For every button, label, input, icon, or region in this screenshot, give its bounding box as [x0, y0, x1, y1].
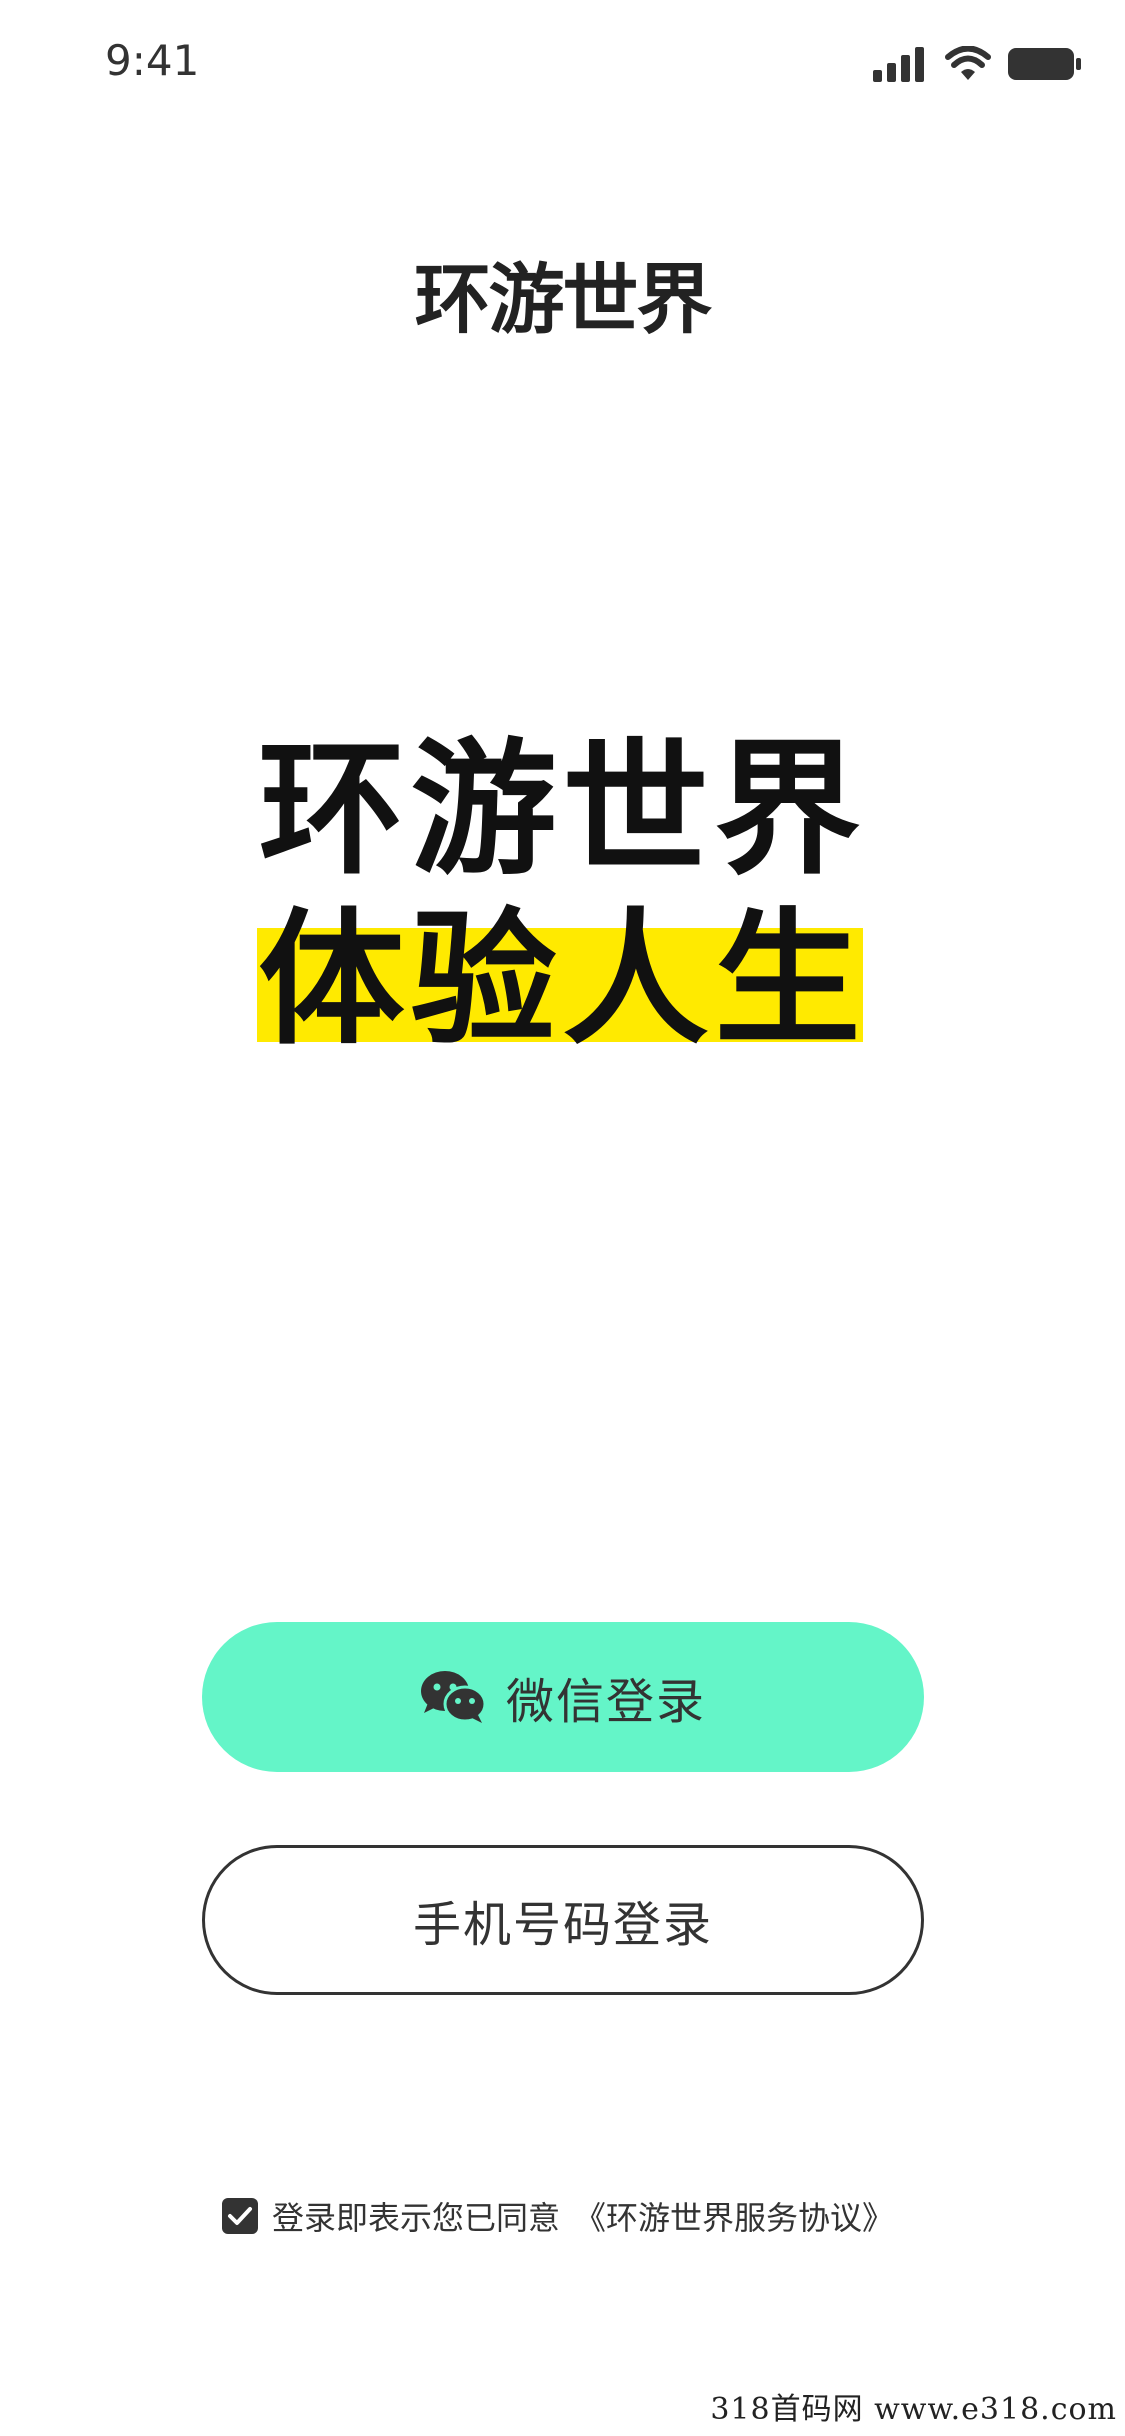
- signal-icon: [873, 46, 929, 82]
- status-icons: [873, 44, 1083, 84]
- battery-icon: [1007, 46, 1083, 82]
- app-logo: 环游世界: [414, 255, 713, 344]
- service-agreement-link[interactable]: 《环游世界服务协议》: [574, 2193, 894, 2239]
- wifi-icon: [945, 45, 991, 82]
- status-time: 9:41: [105, 36, 200, 85]
- agreement-text: 登录即表示您已同意: [272, 2199, 561, 2237]
- agreement-row: 登录即表示您已同意 《环游世界服务协议》: [222, 2193, 894, 2239]
- phone-login-button[interactable]: 手机号码登录: [202, 1845, 924, 1995]
- watermark: 318首码网 www.e318.com: [710, 2392, 1117, 2427]
- hero-subtitle: 体验人生: [258, 895, 867, 1065]
- hero-slogan: 环游世界 体验人生: [0, 730, 1125, 1063]
- check-icon: [228, 2207, 252, 2225]
- hero-title: 环游世界: [258, 725, 867, 895]
- agreement-checkbox[interactable]: [222, 2198, 258, 2234]
- wechat-login-label: 微信登录: [505, 1674, 706, 1730]
- wechat-login-button[interactable]: 微信登录: [202, 1622, 924, 1772]
- status-bar: 9:41: [0, 0, 1125, 130]
- hero-subtitle-wrap: 体验人生: [0, 898, 1125, 1063]
- phone-login-label: 手机号码登录: [412, 1897, 713, 1953]
- wechat-icon: [420, 1669, 487, 1725]
